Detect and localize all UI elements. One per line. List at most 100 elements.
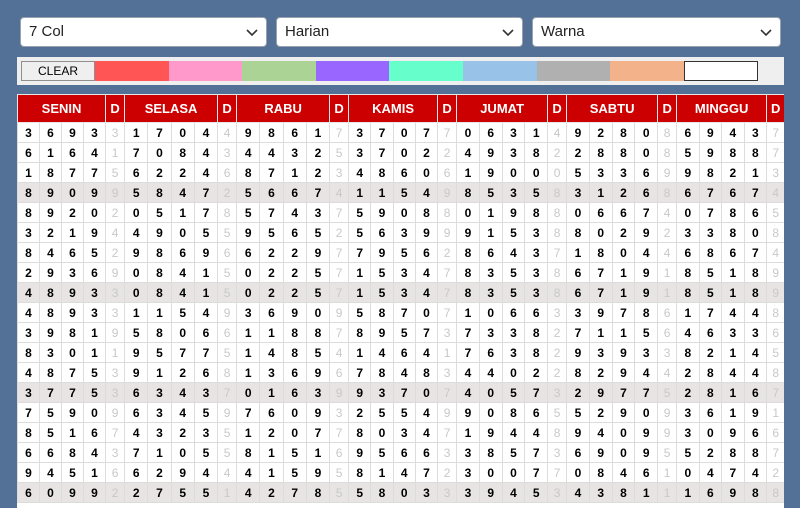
digit-cell[interactable]: 4 bbox=[414, 422, 439, 443]
digit-cell[interactable]: 5 bbox=[370, 262, 394, 283]
color-swatch[interactable] bbox=[463, 61, 537, 81]
digit-cell[interactable]: 3 bbox=[524, 242, 549, 263]
digit-cell[interactable]: 6 bbox=[236, 242, 261, 263]
digit-cell[interactable]: 7 bbox=[259, 202, 284, 223]
digit-cell[interactable]: 9 bbox=[39, 262, 62, 283]
digit-cell[interactable]: 7 bbox=[634, 382, 659, 403]
digit-cell[interactable]: 6 bbox=[61, 142, 84, 163]
digit-cell[interactable]: 8 bbox=[743, 482, 768, 503]
digit-cell[interactable]: 7 bbox=[82, 162, 107, 183]
digit-cell[interactable]: 6 bbox=[676, 182, 700, 203]
digit-cell[interactable]: 4 bbox=[170, 262, 195, 283]
digit-cell[interactable]: 6 bbox=[17, 482, 40, 503]
digit-cell[interactable]: 0 bbox=[305, 302, 331, 323]
digit-cell[interactable]: 2 bbox=[282, 262, 307, 283]
digit-cell[interactable]: 8 bbox=[348, 462, 372, 483]
digit-cell[interactable]: 1 bbox=[61, 422, 84, 443]
digit-cell[interactable]: 9 bbox=[193, 242, 219, 263]
digit-cell[interactable]: 2 bbox=[17, 262, 40, 283]
color-swatch[interactable] bbox=[389, 61, 463, 81]
digit-cell[interactable]: 8 bbox=[501, 402, 526, 423]
digit-cell[interactable]: 1 bbox=[82, 462, 107, 483]
digit-cell[interactable]: 2 bbox=[282, 242, 307, 263]
digit-cell[interactable]: 5 bbox=[524, 182, 549, 203]
digit-cell[interactable]: 6 bbox=[414, 442, 439, 463]
digit-cell[interactable]: 0 bbox=[392, 122, 416, 143]
digit-cell[interactable]: 1 bbox=[124, 302, 149, 323]
digit-cell[interactable]: 0 bbox=[566, 462, 590, 483]
digit-cell[interactable]: 3 bbox=[478, 282, 503, 303]
digit-cell[interactable]: 8 bbox=[39, 162, 62, 183]
digit-cell[interactable]: 3 bbox=[259, 362, 284, 383]
digit-cell[interactable]: 8 bbox=[588, 462, 613, 483]
digit-cell[interactable]: 1 bbox=[478, 202, 503, 223]
digit-cell[interactable]: 4 bbox=[193, 302, 219, 323]
digit-cell[interactable]: 0 bbox=[524, 162, 549, 183]
digit-cell[interactable]: 9 bbox=[305, 362, 331, 383]
digit-cell[interactable]: 5 bbox=[370, 402, 394, 423]
digit-cell[interactable]: 1 bbox=[456, 422, 480, 443]
digit-cell[interactable]: 7 bbox=[61, 382, 84, 403]
digit-cell[interactable]: 6 bbox=[259, 182, 284, 203]
digit-cell[interactable]: 3 bbox=[348, 142, 372, 163]
digit-cell[interactable]: 5 bbox=[82, 242, 107, 263]
digit-cell[interactable]: 3 bbox=[501, 182, 526, 203]
digit-cell[interactable]: 6 bbox=[170, 242, 195, 263]
digit-cell[interactable]: 8 bbox=[698, 242, 723, 263]
digit-cell[interactable]: 8 bbox=[17, 182, 40, 203]
digit-cell[interactable]: 4 bbox=[170, 282, 195, 303]
digit-cell[interactable]: 1 bbox=[611, 282, 636, 303]
digit-cell[interactable]: 0 bbox=[370, 422, 394, 443]
digit-cell[interactable]: 9 bbox=[698, 122, 723, 143]
digit-cell[interactable]: 8 bbox=[370, 362, 394, 383]
digit-cell[interactable]: 3 bbox=[743, 322, 768, 343]
digit-cell[interactable]: 4 bbox=[478, 362, 503, 383]
digit-cell[interactable]: 6 bbox=[478, 242, 503, 263]
digit-cell[interactable]: 8 bbox=[721, 202, 745, 223]
digit-cell[interactable]: 5 bbox=[170, 482, 195, 503]
digit-cell[interactable]: 7 bbox=[634, 202, 659, 223]
digit-cell[interactable]: 3 bbox=[611, 162, 636, 183]
digit-cell[interactable]: 0 bbox=[478, 462, 503, 483]
digit-cell[interactable]: 6 bbox=[392, 342, 416, 363]
digit-cell[interactable]: 4 bbox=[456, 382, 480, 403]
digit-cell[interactable]: 4 bbox=[634, 242, 659, 263]
digit-cell[interactable]: 2 bbox=[147, 162, 172, 183]
digit-cell[interactable]: 2 bbox=[259, 262, 284, 283]
digit-cell[interactable]: 6 bbox=[611, 202, 636, 223]
digit-cell[interactable]: 5 bbox=[147, 202, 172, 223]
digit-cell[interactable]: 0 bbox=[698, 422, 723, 443]
digit-cell[interactable]: 0 bbox=[61, 342, 84, 363]
digit-cell[interactable]: 8 bbox=[348, 322, 372, 343]
digit-cell[interactable]: 2 bbox=[588, 402, 613, 423]
digit-cell[interactable]: 5 bbox=[193, 442, 219, 463]
digit-cell[interactable]: 9 bbox=[698, 142, 723, 163]
digit-cell[interactable]: 1 bbox=[370, 182, 394, 203]
digit-cell[interactable]: 2 bbox=[170, 362, 195, 383]
digit-cell[interactable]: 2 bbox=[698, 442, 723, 463]
digit-cell[interactable]: 0 bbox=[170, 442, 195, 463]
digit-cell[interactable]: 4 bbox=[282, 202, 307, 223]
digit-cell[interactable]: 8 bbox=[588, 242, 613, 263]
digit-cell[interactable]: 3 bbox=[147, 402, 172, 423]
digit-cell[interactable]: 7 bbox=[61, 362, 84, 383]
digit-cell[interactable]: 3 bbox=[501, 342, 526, 363]
digit-cell[interactable]: 1 bbox=[147, 442, 172, 463]
digit-cell[interactable]: 2 bbox=[259, 242, 284, 263]
digit-cell[interactable]: 2 bbox=[676, 362, 700, 383]
digit-cell[interactable]: 9 bbox=[124, 242, 149, 263]
digit-cell[interactable]: 3 bbox=[82, 122, 107, 143]
digit-cell[interactable]: 2 bbox=[61, 202, 84, 223]
digit-cell[interactable]: 1 bbox=[82, 342, 107, 363]
digit-cell[interactable]: 5 bbox=[348, 202, 372, 223]
digit-cell[interactable]: 1 bbox=[17, 162, 40, 183]
digit-cell[interactable]: 7 bbox=[414, 322, 439, 343]
digit-cell[interactable]: 1 bbox=[193, 262, 219, 283]
digit-cell[interactable]: 3 bbox=[392, 422, 416, 443]
digit-cell[interactable]: 1 bbox=[282, 162, 307, 183]
digit-cell[interactable]: 2 bbox=[282, 282, 307, 303]
digit-cell[interactable]: 8 bbox=[743, 142, 768, 163]
digit-cell[interactable]: 5 bbox=[392, 322, 416, 343]
digit-cell[interactable]: 8 bbox=[348, 422, 372, 443]
digit-cell[interactable]: 9 bbox=[478, 422, 503, 443]
